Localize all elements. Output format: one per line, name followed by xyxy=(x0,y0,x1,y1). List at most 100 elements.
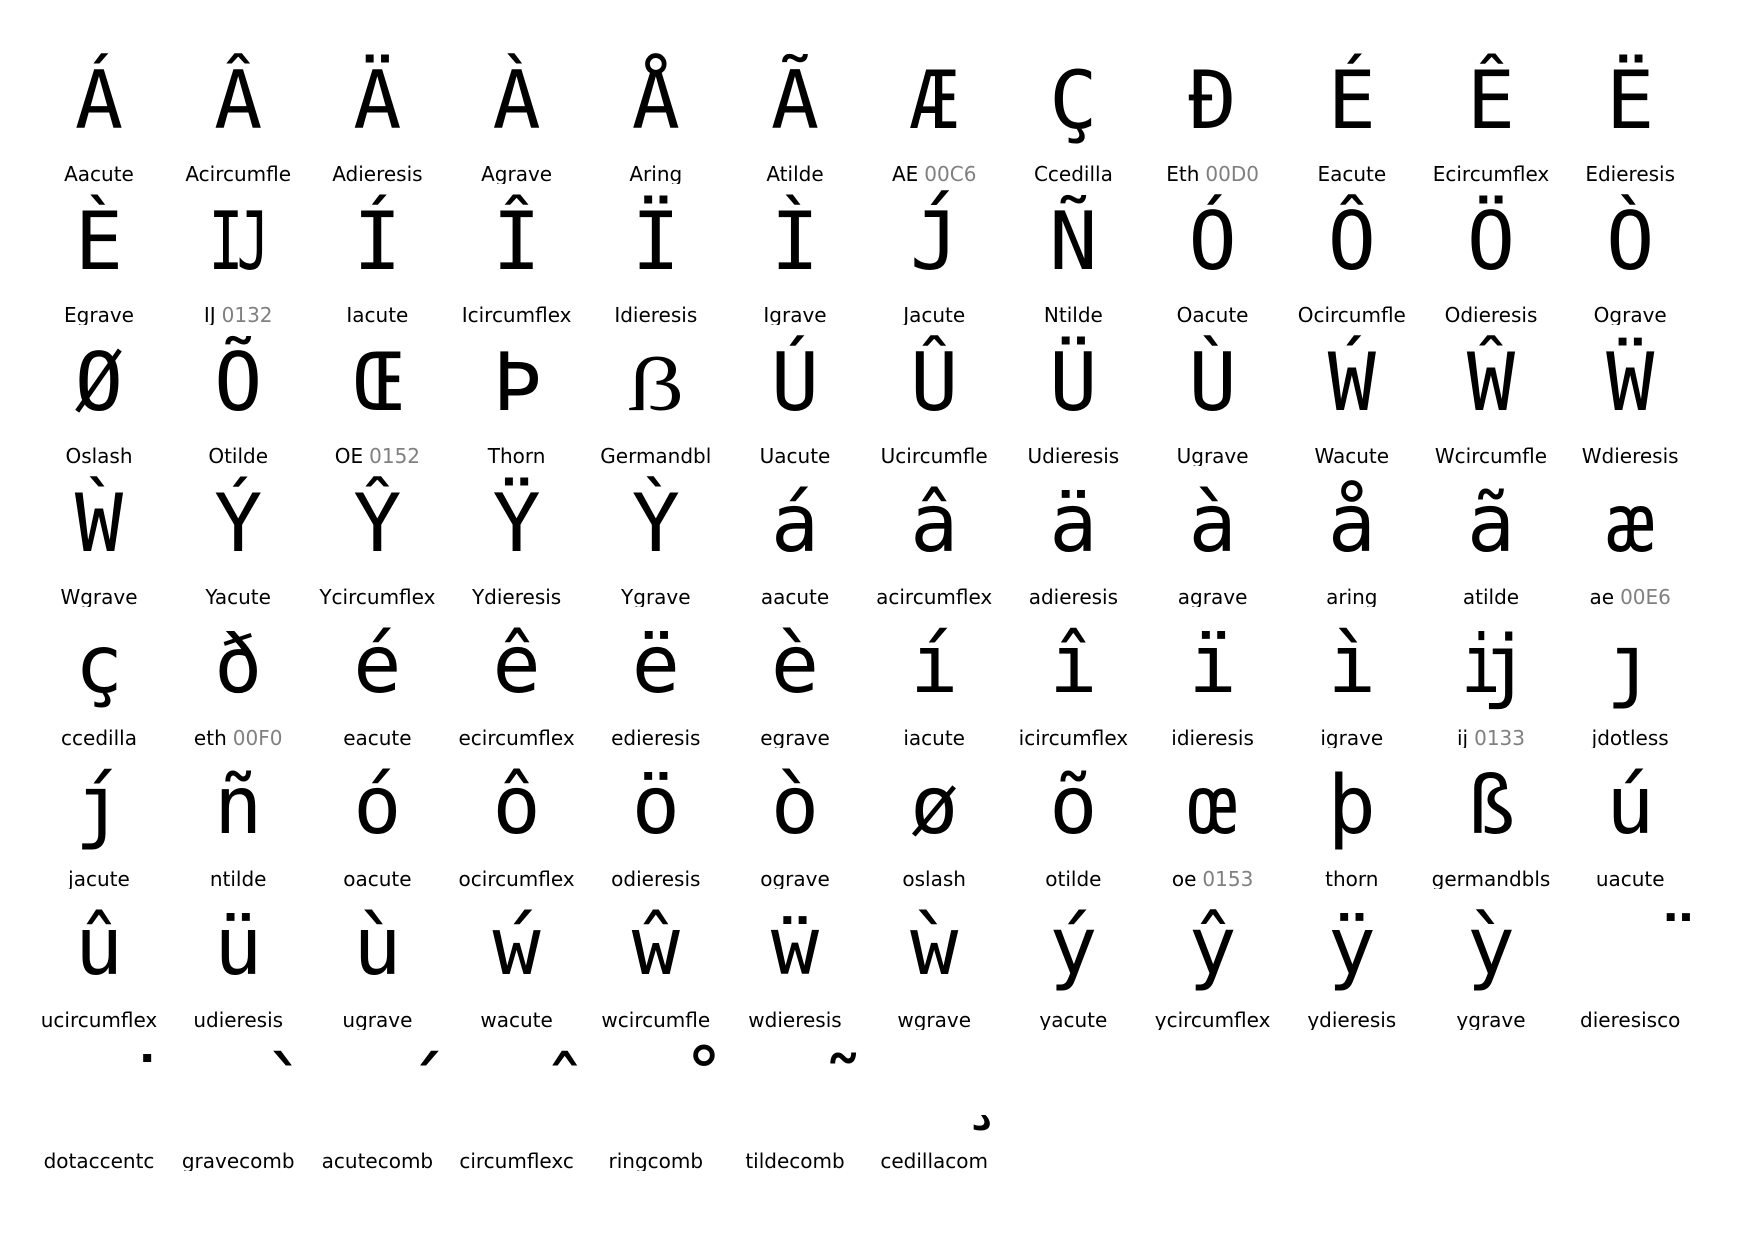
glyph-char: ̃ xyxy=(770,1041,820,1134)
glyph-name: cedillacom xyxy=(880,1151,988,1171)
glyph-label: yacute xyxy=(994,1010,1153,1030)
glyph-char: ó xyxy=(353,759,402,852)
glyph-label: wacute xyxy=(437,1010,596,1030)
glyph-label: uacute xyxy=(1551,869,1710,889)
glyph-cell: â acircumflex xyxy=(865,473,1004,614)
glyph-label: wgrave xyxy=(855,1010,1014,1030)
glyph-name: ocircumflex xyxy=(458,869,575,889)
glyph-label: iacute xyxy=(855,728,1014,748)
glyph-cell: ß germandbls xyxy=(1422,755,1561,896)
glyph-name: Wdieresis xyxy=(1581,446,1679,466)
glyph-name: germandbls xyxy=(1431,869,1551,889)
glyph-label: Udieresis xyxy=(994,446,1153,466)
glyph-name: wgrave xyxy=(897,1010,972,1030)
glyph-name: ae xyxy=(1589,587,1615,607)
glyph-char: Ẁ xyxy=(74,477,124,570)
glyph-char: ȷ xyxy=(1606,618,1655,711)
glyph-name: Ucircumfle xyxy=(880,446,988,466)
glyph-name: ij xyxy=(1456,728,1469,748)
glyph-cell: ý yacute xyxy=(1004,896,1143,1037)
glyph-char: Ì xyxy=(770,195,820,288)
glyph-char: Ô xyxy=(1327,195,1376,288)
glyph-unicode-code: 00D0 xyxy=(1205,164,1259,184)
glyph-cell: Î Icircumflex xyxy=(447,191,586,332)
glyph-label: ograve xyxy=(716,869,875,889)
glyph-name: Ydieresis xyxy=(471,587,562,607)
glyph-char: ñ xyxy=(214,759,263,852)
glyph-label: odieresis xyxy=(576,869,735,889)
glyph-char: é xyxy=(353,618,402,711)
glyph-name: Odieresis xyxy=(1444,305,1538,325)
glyph-label: Edieresis xyxy=(1551,164,1710,184)
glyph-char: ẅ xyxy=(770,900,820,993)
glyph-cell: Ô Ocircumfle xyxy=(1282,191,1421,332)
glyph-char: ẞ xyxy=(627,336,685,429)
glyph-label: udieresis xyxy=(159,1010,318,1030)
glyph-name: Ccedilla xyxy=(1033,164,1113,184)
glyph-label: Oslash xyxy=(20,446,179,466)
glyph-label: Aring xyxy=(576,164,735,184)
glyph-char: á xyxy=(770,477,820,570)
glyph-name: wdieresis xyxy=(748,1010,842,1030)
glyph-cell: Ŷ Ycircumflex xyxy=(308,473,447,614)
glyph-char: Ø xyxy=(74,336,124,429)
glyph-label: Acircumfle xyxy=(159,164,318,184)
glyph-cell: Õ Otilde xyxy=(169,332,308,473)
glyph-char: ỳ xyxy=(1466,900,1516,993)
glyph-label: Aacute xyxy=(20,164,179,184)
glyph-char: Ú xyxy=(770,336,820,429)
glyph-char: ô xyxy=(492,759,541,852)
glyph-char: â xyxy=(910,477,959,570)
glyph-label: oacute xyxy=(298,869,457,889)
glyph-label: Egrave xyxy=(20,305,179,325)
glyph-cell: Û Ucircumfle xyxy=(865,332,1004,473)
glyph-char: ̀ xyxy=(214,1041,263,1134)
glyph-label: Icircumflex xyxy=(437,305,596,325)
glyph-char: Õ xyxy=(214,336,263,429)
glyph-name: Uacute xyxy=(759,446,831,466)
glyph-cell: Ÿ Ydieresis xyxy=(447,473,586,614)
glyph-char: Í xyxy=(353,195,402,288)
glyph-cell: ê ecircumflex xyxy=(447,614,586,755)
glyph-cell: Ĳ IJ 0132 xyxy=(169,191,308,332)
glyph-char: û xyxy=(74,900,124,993)
glyph-label: icircumflex xyxy=(994,728,1153,748)
glyph-cell: þ thorn xyxy=(1282,755,1421,896)
glyph-name: Egrave xyxy=(64,305,134,325)
glyph-cell: ẞ Germandbl xyxy=(586,332,725,473)
glyph-name: AE xyxy=(891,164,919,184)
glyph-cell: Ã Atilde xyxy=(726,50,865,191)
glyph-char: Ï xyxy=(631,195,680,288)
glyph-char: ö xyxy=(631,759,680,852)
glyph-label: aacute xyxy=(716,587,875,607)
glyph-cell: ç ccedilla xyxy=(30,614,169,755)
glyph-name: ccedilla xyxy=(61,728,137,748)
glyph-char: è xyxy=(770,618,820,711)
glyph-name: ydieresis xyxy=(1307,1010,1397,1030)
glyph-char: Ç xyxy=(1049,54,1098,147)
glyph-name: yacute xyxy=(1039,1010,1108,1030)
glyph-name: Germandbl xyxy=(600,446,712,466)
glyph-char: Ÿ xyxy=(492,477,541,570)
glyph-label: Eacute xyxy=(1272,164,1431,184)
glyph-cell: å aring xyxy=(1282,473,1421,614)
glyph-char: Æ xyxy=(910,54,959,147)
glyph-cell: Ø Oslash xyxy=(30,332,169,473)
glyph-name: Igrave xyxy=(763,305,827,325)
glyph-cell: ä adieresis xyxy=(1004,473,1143,614)
glyph-label: adieresis xyxy=(994,587,1153,607)
glyph-name: Jacute xyxy=(903,305,966,325)
glyph-char: Ý xyxy=(214,477,263,570)
glyph-char: í xyxy=(910,618,959,711)
glyph-char: ŷ xyxy=(1188,900,1237,993)
glyph-cell: í iacute xyxy=(865,614,1004,755)
glyph-cell: Ç Ccedilla xyxy=(1004,50,1143,191)
glyph-label: dieresisco xyxy=(1551,1010,1710,1030)
glyph-name: wcircumfle xyxy=(601,1010,711,1030)
glyph-cell: ñ ntilde xyxy=(169,755,308,896)
glyph-char: J́ xyxy=(910,195,959,288)
glyph-label: Ograve xyxy=(1551,305,1710,325)
glyph-name: ygrave xyxy=(1456,1010,1526,1030)
glyph-unicode-code: 0133 xyxy=(1474,728,1526,748)
glyph-char: À xyxy=(492,54,541,147)
